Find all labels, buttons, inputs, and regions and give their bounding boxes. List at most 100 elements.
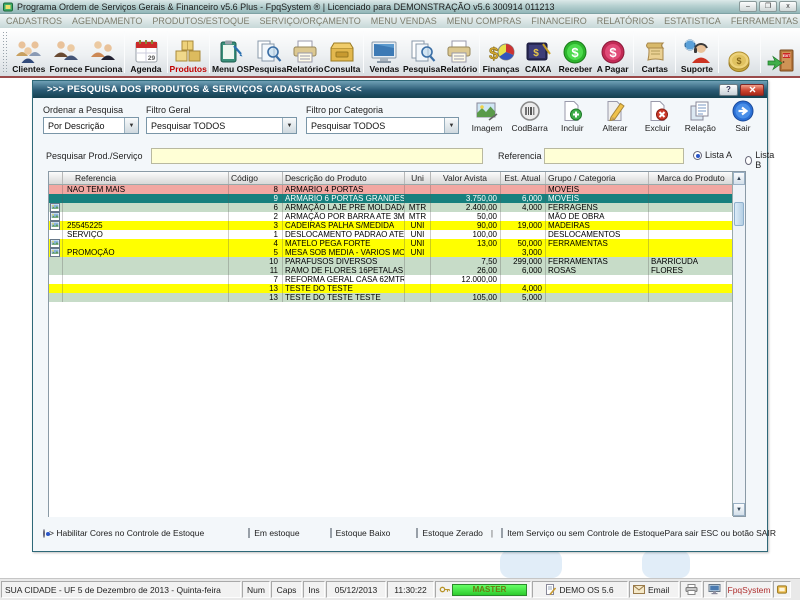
lista-b-radio[interactable]: Lista B xyxy=(745,150,776,170)
table-row[interactable]: 9ARMARIO 6 PORTAS GRANDES3.750,006,000MO… xyxy=(49,194,733,203)
header-referencia[interactable]: Referencia xyxy=(63,172,229,184)
menu-servico-orcamento[interactable]: SERVIÇO/ORÇAMENTO xyxy=(260,16,361,26)
relacao-button[interactable]: Relação xyxy=(680,100,720,140)
dialog-close-button[interactable] xyxy=(740,84,764,96)
imagem-button[interactable]: Imagem xyxy=(467,100,507,140)
toolbar-drag-handle[interactable] xyxy=(2,31,8,73)
stock-color-legend: > Habilitar Cores no Controle de Estoque… xyxy=(43,526,759,540)
menu-agendamento[interactable]: AGENDAMENTO xyxy=(72,16,142,26)
toolbar-fornecedor-button[interactable]: Fornece xyxy=(47,29,84,75)
row-image-icon xyxy=(50,203,60,212)
cell-desc: PARAFUSOS DIVERSOS xyxy=(283,257,405,266)
table-row[interactable]: 11RAMO DE FLORES 16PETALAS26,006,000ROSA… xyxy=(49,266,733,275)
menu-produtos-estoque[interactable]: PRODUTOS/ESTOQUE xyxy=(152,16,249,26)
header-codigo[interactable]: Código xyxy=(229,172,283,184)
status-date: 05/12/2013 xyxy=(326,581,386,598)
table-row[interactable]: SERVIÇO1DESLOCAMENTO PADRAO ATE 100KMUNI… xyxy=(49,230,733,239)
ordenar-combobox[interactable]: Por Descrição ▼ xyxy=(43,117,139,134)
toolbar-cartas-button[interactable]: Cartas xyxy=(636,29,673,75)
menu-vendas[interactable]: MENU VENDAS xyxy=(371,16,437,26)
table-row[interactable]: PROMOÇÃO5MESA SOB MEDIA - VARIOS MODELOS… xyxy=(49,248,733,257)
close-button[interactable]: x xyxy=(779,1,797,12)
toolbar-suporte-button[interactable]: Suporte xyxy=(678,29,715,75)
dialog-action-buttons: Imagem CodBarra Incluir Alterar Excluir xyxy=(467,100,763,140)
codbarra-button[interactable]: CodBarra xyxy=(510,100,550,140)
menu-ferramentas[interactable]: FERRAMENTAS xyxy=(731,16,798,26)
toolbar-caixa-button[interactable]: $ CAIXA xyxy=(520,29,557,75)
cell-icon xyxy=(49,194,63,203)
table-row[interactable]: 7REFORMA GERAL CASA 62MTR12.000,00 xyxy=(49,275,733,284)
header-icon-col[interactable] xyxy=(49,172,63,184)
cell-mar: FLORES xyxy=(649,266,733,275)
toolbar-menu-os-button[interactable]: Menu OS xyxy=(212,29,249,75)
cell-est xyxy=(501,230,546,239)
coin-icon: $ xyxy=(724,48,754,74)
legend-separator: | xyxy=(491,528,493,538)
header-uni[interactable]: Uni xyxy=(405,172,431,184)
sair-button[interactable]: Sair xyxy=(723,100,763,140)
habilitar-cores-radio[interactable] xyxy=(43,529,45,538)
cell-mar xyxy=(649,221,733,230)
toolbar-pesquisa-os-button[interactable]: Pesquisa xyxy=(249,29,286,75)
menu-compras[interactable]: MENU COMPRAS xyxy=(447,16,522,26)
incluir-button[interactable]: Incluir xyxy=(552,100,592,140)
menu-cadastros[interactable]: CADASTROS xyxy=(6,16,62,26)
toolbar-agenda-button[interactable]: 29 Agenda xyxy=(127,29,164,75)
toolbar-exit-button[interactable]: EXIT xyxy=(763,29,800,75)
toolbar-vendas-button[interactable]: Vendas xyxy=(366,29,403,75)
toolbar-consulta-button[interactable]: Consulta xyxy=(324,29,361,75)
menu-financeiro[interactable]: FINANCEIRO xyxy=(531,16,587,26)
toolbar-financas-button[interactable]: $ Finanças xyxy=(482,29,519,75)
header-est-atual[interactable]: Est. Atual xyxy=(501,172,546,184)
dialog-help-button[interactable]: ? xyxy=(719,84,738,96)
table-row[interactable]: 6ARMAÇÃO LAJE PRE MOLDADAMTR2.400,004,00… xyxy=(49,203,733,212)
estoque-baixo-swatch xyxy=(330,528,332,538)
table-row[interactable]: 2ARMAÇÃO POR BARRA ATE 3MTRMTR50,00MÃO D… xyxy=(49,212,733,221)
status-email-panel[interactable]: Email xyxy=(629,581,679,598)
menu-relatorios[interactable]: RELATÓRIOS xyxy=(597,16,654,26)
restore-button[interactable]: ❐ xyxy=(759,1,777,12)
toolbar-coin-button[interactable]: $ xyxy=(721,29,758,75)
excluir-button[interactable]: Excluir xyxy=(638,100,678,140)
referencia-input[interactable] xyxy=(544,148,684,164)
table-scrollbar[interactable]: ▲ ▼ xyxy=(732,172,745,516)
scroll-up-icon[interactable]: ▲ xyxy=(733,172,745,185)
cell-ref xyxy=(63,212,229,221)
filtro-geral-combobox[interactable]: Pesquisar TODOS ▼ xyxy=(146,117,297,134)
cell-grp xyxy=(546,275,649,284)
header-valor-avista[interactable]: Valor Avista xyxy=(431,172,501,184)
alterar-button[interactable]: Alterar xyxy=(595,100,635,140)
table-row[interactable]: 255452253CADEIRAS PALHA S/MEDIDAUNI90,00… xyxy=(49,221,733,230)
scroll-down-icon[interactable]: ▼ xyxy=(733,503,745,516)
filtro-categoria-combobox[interactable]: Pesquisar TODOS ▼ xyxy=(306,117,459,134)
cell-cod: 6 xyxy=(229,203,283,212)
toolbar-relatorio-vendas-button[interactable]: Relatório xyxy=(440,29,477,75)
minimize-button[interactable]: – xyxy=(739,1,757,12)
toolbar-relatorio-os-button[interactable]: Relatório xyxy=(286,29,323,75)
table-row[interactable]: 13TESTE DO TESTE TESTE105,005,000 xyxy=(49,293,733,302)
header-grupo-categoria[interactable]: Grupo / Categoria xyxy=(546,172,649,184)
cell-uni xyxy=(405,284,431,293)
scrollbar-thumb[interactable] xyxy=(734,202,744,226)
toolbar-pesquisa-vendas-button[interactable]: Pesquisa xyxy=(403,29,440,75)
table-row[interactable]: 13TESTE DO TESTE4,000 xyxy=(49,284,733,293)
table-row[interactable]: 10PARAFUSOS DIVERSOS7,50299,000FERRAMENT… xyxy=(49,257,733,266)
menu-estatistica[interactable]: ESTATISTICA xyxy=(664,16,721,26)
toolbar-funcionario-button[interactable]: Funciona xyxy=(85,29,123,75)
cell-uni: UNI xyxy=(405,230,431,239)
table-row[interactable]: 4MATELO PEGA FORTEUNI13,0050,000FERRAMEN… xyxy=(49,239,733,248)
toolbar-a-pagar-button[interactable]: $ A Pagar xyxy=(594,29,631,75)
toolbar-receber-button[interactable]: $ Receber xyxy=(557,29,594,75)
cell-uni xyxy=(405,275,431,284)
toolbar-produtos-button[interactable]: Produtos xyxy=(170,29,207,75)
table-row[interactable]: NAO TEM MAIS8ARMARIO 4 PORTASMOVEIS xyxy=(49,185,733,194)
cell-ref xyxy=(63,194,229,203)
header-descricao[interactable]: Descrição do Produto xyxy=(283,172,405,184)
status-printer-panel[interactable] xyxy=(680,581,702,598)
search-input[interactable] xyxy=(151,148,483,164)
toolbar-clientes-button[interactable]: Clientes xyxy=(10,29,47,75)
cell-est: 4,000 xyxy=(501,284,546,293)
status-monitor-panel[interactable] xyxy=(703,581,725,598)
lista-a-radio[interactable]: Lista A xyxy=(693,150,732,160)
header-marca[interactable]: Marca do Produto xyxy=(649,172,733,184)
